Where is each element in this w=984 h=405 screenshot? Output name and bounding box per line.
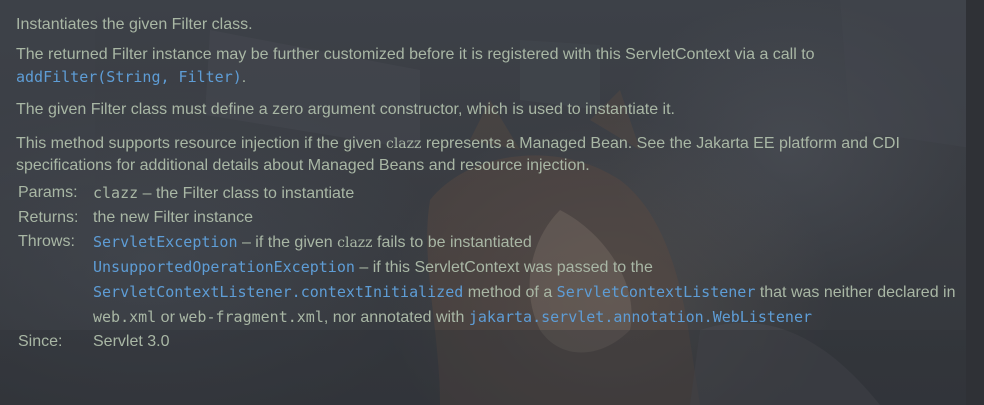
web-listener-annotation-link[interactable]: jakarta.servlet.annotation.WebListener bbox=[469, 308, 812, 326]
web-xml-code: web.xml bbox=[93, 308, 157, 326]
returns-label: Returns: bbox=[18, 209, 79, 226]
returns-section: Returns: the new Filter instance bbox=[18, 206, 956, 230]
throws-text: method of a bbox=[467, 284, 553, 301]
throws-label: Throws: bbox=[18, 233, 75, 250]
doc-paragraph-registration: The returned Filter instance may be furt… bbox=[16, 44, 956, 89]
punctuation: . bbox=[241, 69, 247, 86]
throws-text: – if this ServletContext was passed to t… bbox=[359, 259, 653, 276]
params-body: clazz – the Filter class to instantiate bbox=[93, 181, 956, 206]
doc-sections: Params: clazz – the Filter class to inst… bbox=[18, 181, 956, 354]
context-initialized-link[interactable]: ServletContextListener.contextInitialize… bbox=[93, 283, 463, 301]
unsupported-operation-exception-link[interactable]: UnsupportedOperationException bbox=[93, 258, 355, 276]
since-value: Servlet 3.0 bbox=[93, 333, 170, 350]
quick-documentation-popup: Instantiates the given Filter class. The… bbox=[0, 0, 984, 405]
throws-text: fails to be instantiated bbox=[377, 234, 532, 251]
param-name: clazz bbox=[93, 184, 139, 202]
doc-paragraph-constructor: The given Filter class must define a zer… bbox=[16, 101, 675, 118]
throws-item-unsupported-operation: UnsupportedOperationException – if this … bbox=[93, 255, 956, 330]
throws-text: , nor annotated with bbox=[323, 309, 465, 326]
throws-item-servlet-exception: ServletException – if the given clazz fa… bbox=[93, 230, 956, 255]
clazz-code: clazz bbox=[337, 235, 373, 251]
clazz-code: clazz bbox=[385, 136, 422, 152]
throws-text: that was neither declared in bbox=[759, 284, 956, 301]
throws-body: ServletException – if the given clazz fa… bbox=[93, 230, 956, 330]
servlet-context-listener-link[interactable]: ServletContextListener bbox=[557, 283, 756, 301]
throws-section: Throws: ServletException – if the given … bbox=[18, 230, 956, 330]
since-section: Since: Servlet 3.0 bbox=[18, 330, 956, 354]
doc-summary: Instantiates the given Filter class. bbox=[16, 16, 253, 33]
documentation-content: Instantiates the given Filter class. The… bbox=[16, 14, 956, 354]
params-label: Params: bbox=[18, 184, 78, 201]
popup-right-edge bbox=[966, 0, 984, 405]
servlet-exception-link[interactable]: ServletException bbox=[93, 233, 238, 251]
web-fragment-xml-code: web-fragment.xml bbox=[179, 308, 324, 326]
throws-text: or bbox=[160, 309, 175, 326]
doc-paragraph-text: The returned Filter instance may be furt… bbox=[16, 46, 815, 63]
add-filter-link[interactable]: addFilter(String, Filter) bbox=[16, 68, 242, 86]
doc-text: This method supports resource injection … bbox=[16, 135, 382, 152]
returns-description: the new Filter instance bbox=[93, 209, 254, 226]
params-section: Params: clazz – the Filter class to inst… bbox=[18, 181, 956, 206]
since-label: Since: bbox=[18, 333, 63, 350]
doc-paragraph-injection: This method supports resource injection … bbox=[16, 133, 956, 177]
throws-text: – if the given bbox=[241, 234, 333, 251]
param-description: – the Filter class to instantiate bbox=[142, 185, 355, 202]
